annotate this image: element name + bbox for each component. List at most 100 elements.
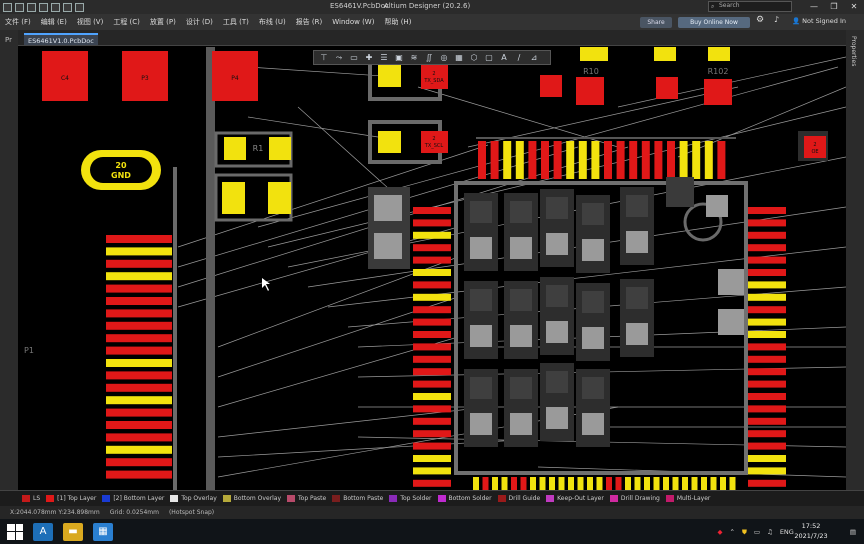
layer-tab-bottom-solder[interactable]: Bottom Solder xyxy=(437,495,492,502)
ic-pad-right[interactable] xyxy=(748,306,786,314)
ic-pad-right[interactable] xyxy=(748,269,786,276)
inner-component-pad[interactable] xyxy=(546,371,568,393)
menu-file[interactable]: 文件 (F) xyxy=(0,17,36,27)
inner-component-pad[interactable] xyxy=(582,203,604,225)
left-panel-strip[interactable]: Pr xyxy=(0,30,18,490)
ic-pad-right[interactable] xyxy=(748,219,786,227)
ic-pad-top[interactable] xyxy=(515,141,524,179)
connector-pin[interactable] xyxy=(106,272,172,281)
ic-pad-top[interactable] xyxy=(490,141,499,179)
filter-icon[interactable]: ⊤ xyxy=(318,53,330,63)
ic-pad-left[interactable] xyxy=(413,207,451,214)
pad-r10-3[interactable] xyxy=(576,77,604,105)
ic-pad-bottom[interactable] xyxy=(492,477,498,490)
ic-pad-right[interactable] xyxy=(748,355,786,363)
app-taskbar-icon[interactable]: ▦ xyxy=(93,522,113,541)
windows-start-icon[interactable] xyxy=(7,523,23,540)
ic-pad-left[interactable] xyxy=(413,405,451,413)
ic-pad-bottom[interactable] xyxy=(691,477,698,490)
inner-component-pad[interactable] xyxy=(546,197,568,219)
connector-pin[interactable] xyxy=(106,470,172,479)
dimension-icon[interactable]: ⊿ xyxy=(528,53,540,63)
ic-pad-bottom[interactable] xyxy=(549,477,555,490)
connector-pin[interactable] xyxy=(106,433,172,442)
layer-tab-ls[interactable]: LS xyxy=(22,495,40,502)
inner-component-pad[interactable] xyxy=(510,201,532,223)
polygon-icon[interactable]: ⬡ xyxy=(468,53,480,63)
share-button[interactable]: Share xyxy=(640,17,672,28)
layer-tab-bottom-overlay[interactable]: Bottom Overlay xyxy=(222,495,281,502)
ic-pad-bottom[interactable] xyxy=(644,477,650,490)
ic-pad-top[interactable] xyxy=(667,141,675,179)
inner-components[interactable] xyxy=(464,177,728,447)
ic-pad-right[interactable] xyxy=(748,368,786,376)
ic-pad-bottom[interactable] xyxy=(625,477,631,490)
ic-pad-top[interactable] xyxy=(654,141,663,179)
pad-r10-2[interactable] xyxy=(540,75,562,97)
connector-pin[interactable] xyxy=(106,259,172,268)
ic-pad-left[interactable] xyxy=(413,368,451,376)
pad-r102-3[interactable] xyxy=(656,77,678,99)
inner-component-pad[interactable] xyxy=(582,413,604,435)
right-panel-strip[interactable]: Properties xyxy=(846,30,864,490)
tray-chevron-icon[interactable]: ⌃ xyxy=(730,528,735,536)
inner-component-pad[interactable] xyxy=(626,231,648,253)
ic-pad-bottom[interactable] xyxy=(729,477,736,490)
pad-grey-3[interactable] xyxy=(718,269,744,295)
ic-pad-right[interactable] xyxy=(748,380,786,388)
ic-pad-top[interactable] xyxy=(478,141,486,179)
ic-pad-left[interactable] xyxy=(413,219,451,227)
ic-pad-left[interactable] xyxy=(413,355,451,363)
pad-r1-2[interactable] xyxy=(269,137,291,160)
ic-pad-bottom[interactable] xyxy=(672,477,679,490)
ic-pad-top[interactable] xyxy=(692,141,701,179)
ic-pad-right[interactable] xyxy=(748,455,786,462)
inner-component-pad[interactable] xyxy=(706,195,728,217)
inner-component-pad[interactable] xyxy=(470,237,492,259)
connector-pin[interactable] xyxy=(106,247,172,256)
ic-pad-top[interactable] xyxy=(528,141,537,179)
inner-component-pad[interactable] xyxy=(626,287,648,309)
ic-pad-top[interactable] xyxy=(717,141,726,179)
ic-pad-bottom[interactable] xyxy=(701,477,707,490)
ic-pad-left[interactable] xyxy=(413,417,451,425)
inner-component-pad[interactable] xyxy=(582,327,604,349)
altium-taskbar-icon[interactable]: A xyxy=(33,522,53,541)
pad-tx-sda-2[interactable] xyxy=(421,65,448,89)
ic-pad-right[interactable] xyxy=(748,293,786,301)
gear-icon[interactable]: ⚙ xyxy=(756,15,764,25)
ic-pad-left[interactable] xyxy=(413,380,451,388)
ic-pad-right[interactable] xyxy=(748,430,786,438)
pad-r1-1[interactable] xyxy=(224,137,246,160)
ic-pad-top[interactable] xyxy=(578,141,587,179)
interactive-route-icon[interactable]: ≋ xyxy=(408,53,420,63)
ic-pad-right[interactable] xyxy=(748,331,786,338)
sign-in-status[interactable]: 👤 Not Signed In xyxy=(792,17,846,25)
menu-edit[interactable]: 编辑 (E) xyxy=(36,17,72,27)
ic-pad-bottom[interactable] xyxy=(587,477,593,490)
ic-pad-left[interactable] xyxy=(413,343,451,351)
ic-pad-bottom[interactable] xyxy=(577,477,584,490)
ic-pad-bottom[interactable] xyxy=(653,477,660,490)
diff-pair-icon[interactable]: ∬ xyxy=(423,53,435,63)
ic-pad-left[interactable] xyxy=(413,281,451,289)
ic-pad-top[interactable] xyxy=(591,141,600,179)
layer-tab-keepout[interactable]: Keep-Out Layer xyxy=(546,495,604,502)
ic-pad-bottom[interactable] xyxy=(511,477,517,490)
menu-place[interactable]: 放置 (P) xyxy=(145,17,181,27)
minimize-button[interactable]: — xyxy=(804,0,824,14)
ic-pad-right[interactable] xyxy=(748,207,786,214)
pad-r102-2[interactable] xyxy=(708,47,730,61)
pad-grey-1[interactable] xyxy=(374,195,402,221)
layer-tab-drill-guide[interactable]: Drill Guide xyxy=(497,495,540,502)
connector-pin[interactable] xyxy=(106,396,172,405)
undo-icon[interactable] xyxy=(63,2,72,12)
ic-pad-bottom[interactable] xyxy=(473,477,479,490)
ic-pad-right[interactable] xyxy=(748,231,786,239)
ic-pad-left[interactable] xyxy=(413,231,451,239)
projects-panel-label[interactable]: Pr xyxy=(5,36,12,44)
connector-pin[interactable] xyxy=(106,458,172,467)
route-icon[interactable]: ⤳ xyxy=(333,53,345,63)
layer-tab-top-overlay[interactable]: Top Overlay xyxy=(170,495,217,502)
pad-r102-4[interactable] xyxy=(704,79,732,105)
